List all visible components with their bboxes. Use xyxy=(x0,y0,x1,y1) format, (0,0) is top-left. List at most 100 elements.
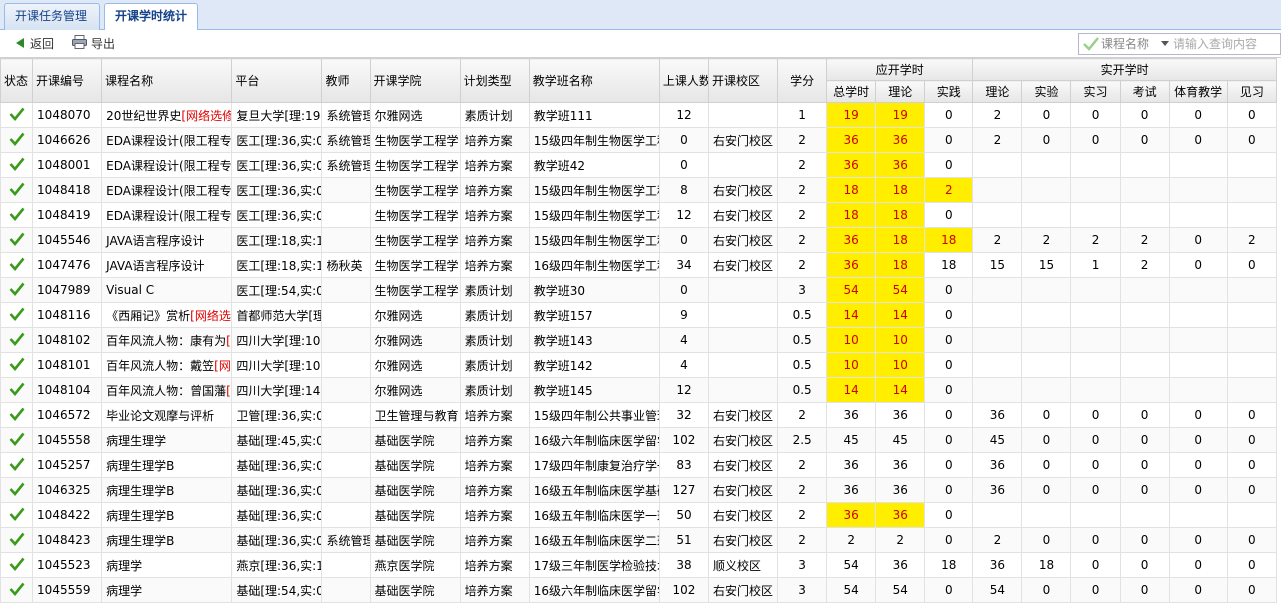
planned-theory-cell: 36 xyxy=(875,477,926,503)
table-row[interactable]: 1048116《西厢记》赏析[网络选修首都师范大学[理 尔雅网选素质计划教学班15… xyxy=(0,302,1278,328)
tab-course-task-management[interactable]: 开课任务管理 xyxy=(4,3,100,30)
col-header-credit[interactable]: 学分 xyxy=(777,58,828,103)
col-header-plan-type[interactable]: 计划类型 xyxy=(459,58,530,103)
table-row[interactable]: 1048422 病理生理学B 基础[理:36,实:0] 基础医学院 培养方案 16级五年制… xyxy=(0,502,1278,528)
col-header-platform[interactable]: 平台 xyxy=(231,58,323,103)
table-row[interactable]: 1048001 EDA课程设计(限工程专 医工[理:36,实:0] 系统管理 生物医学工… xyxy=(0,152,1278,178)
course-network-tag: [ xyxy=(226,383,231,398)
planned-practice-cell: 0 xyxy=(924,202,974,228)
col-header-actual-observation[interactable]: 见习 xyxy=(1226,80,1278,103)
table-row[interactable]: 1045559 病理学 基础[理:54,实:0] 基础医学院 培养方案 16级六年制临床医… xyxy=(0,577,1278,603)
col-header-planned-theory[interactable]: 理论 xyxy=(875,80,926,103)
table-row[interactable]: 1048418 EDA课程设计(限工程专 医工[理:36,实:0] 生物医学工程学 培养… xyxy=(0,177,1278,203)
plan-type-cell: 培养方案 xyxy=(459,577,530,603)
table-row[interactable]: 1048102百年风流人物：康有为[四川大学[理:10,实 尔雅网选素质计划教学班… xyxy=(0,327,1278,353)
actual-hours-cell: 36 xyxy=(972,552,1023,578)
teacher-cell xyxy=(321,477,371,503)
student-count-cell: 34 xyxy=(658,252,709,278)
platform-cell: 复旦大学[理:19,实 xyxy=(231,102,323,128)
student-count-cell: 4 xyxy=(658,352,709,378)
teacher-cell xyxy=(321,577,371,603)
actual-hours-cell xyxy=(1021,327,1072,353)
platform-cell: 首都师范大学[理 xyxy=(231,302,323,328)
student-count-cell: 38 xyxy=(658,552,709,578)
planned-total-cell: 54 xyxy=(826,552,877,578)
tab-course-hours-statistics[interactable]: 开课学时统计 xyxy=(104,3,198,31)
actual-hours-cell: 0 xyxy=(1119,102,1170,128)
table-row[interactable]: 1045546 JAVA语言程序设计 医工[理:18,实:18 生物医学工程学 培养方案… xyxy=(0,227,1278,253)
col-header-course-id[interactable]: 开课编号 xyxy=(32,58,103,103)
search-field-select[interactable]: 课程名称 xyxy=(1101,36,1149,52)
student-count-cell: 102 xyxy=(658,577,709,603)
actual-hours-cell: 2 xyxy=(972,527,1023,553)
table-row[interactable]: 1046626 EDA课程设计(限工程专 医工[理:36,实:0] 系统管理 生物医学工… xyxy=(0,127,1278,153)
col-header-course-name[interactable]: 课程名称 xyxy=(101,58,233,103)
college-cell: 尔雅网选 xyxy=(369,102,461,128)
col-header-actual-exam[interactable]: 考试 xyxy=(1119,80,1170,103)
table-row[interactable]: 1047989 Visual C 医工[理:54,实:0] 生物医学工程学 素质计划 教学… xyxy=(0,277,1278,303)
col-header-actual-theory[interactable]: 理论 xyxy=(972,80,1023,103)
table-row[interactable]: 1048101百年风流人物：戴笠[网四川大学[理:10,实 尔雅网选素质计划教学班… xyxy=(0,352,1278,378)
table-row[interactable]: 1045523 病理学 燕京[理:36,实:18 燕京医学院 培养方案 17级三年制医学检… xyxy=(0,552,1278,578)
table-row[interactable]: 1046572 毕业论文观摩与评析 卫管[理:36,实:0] 卫生管理与教育 培养方案 1… xyxy=(0,402,1278,428)
search-input[interactable] xyxy=(1173,35,1279,53)
table-row[interactable]: 1048423 病理生理学B 基础[理:36,实:0] 系统管理 基础医学院 培养方案 16… xyxy=(0,527,1278,553)
col-header-actual-pe[interactable]: 体育教学 xyxy=(1168,80,1228,103)
course-name-cell: EDA课程设计(限工程专 xyxy=(101,177,233,203)
col-header-actual-lab[interactable]: 实验 xyxy=(1021,80,1072,103)
actual-hours-cell xyxy=(1119,177,1170,203)
col-group-planned-hours: 应开学时 xyxy=(826,58,974,81)
back-button[interactable]: 返回 xyxy=(14,34,54,54)
table-row[interactable]: 104807020世纪世界史[网络选修复旦大学[理:19,实系统管理尔雅网选素质… xyxy=(0,102,1278,128)
export-button[interactable]: 导出 xyxy=(72,34,115,54)
teacher-cell xyxy=(321,502,371,528)
check-icon xyxy=(9,432,25,449)
chevron-down-icon[interactable] xyxy=(1161,41,1169,46)
actual-hours-cell: 0 xyxy=(1119,452,1170,478)
actual-hours-cell: 2 xyxy=(972,102,1023,128)
check-icon xyxy=(9,257,25,274)
table-row[interactable]: 1045257 病理生理学B 基础[理:36,实:0] 基础医学院 培养方案 17级四年制… xyxy=(0,452,1278,478)
actual-hours-cell xyxy=(1070,502,1121,528)
student-count-cell: 0 xyxy=(658,127,709,153)
col-header-planned-total[interactable]: 总学时 xyxy=(826,80,877,103)
actual-hours-cell xyxy=(1070,377,1121,403)
campus-cell: 右安门校区 xyxy=(707,227,779,253)
col-header-college[interactable]: 开课学院 xyxy=(369,58,461,103)
actual-hours-cell xyxy=(1168,177,1228,203)
course-name-cell: 病理学 xyxy=(101,552,233,578)
actual-hours-cell: 15 xyxy=(1021,252,1072,278)
table-row[interactable]: 1046325 病理生理学B 基础[理:36,实:0] 基础医学院 培养方案 16级五年制… xyxy=(0,477,1278,503)
planned-theory-cell: 14 xyxy=(875,302,926,328)
col-header-campus[interactable]: 开课校区 xyxy=(707,58,779,103)
actual-hours-cell xyxy=(1168,302,1228,328)
col-header-class-name[interactable]: 教学班名称 xyxy=(528,58,660,103)
table-row[interactable]: 1048419 EDA课程设计(限工程专 医工[理:36,实:0] 生物医学工程学 培养… xyxy=(0,202,1278,228)
status-cell xyxy=(0,352,34,378)
col-header-status[interactable]: 状态 xyxy=(0,58,34,103)
course-name: 百年风流人物：曾国藩 xyxy=(106,383,227,398)
course-name-cell: 毕业论文观摩与评析 xyxy=(101,402,233,428)
planned-total-cell: 36 xyxy=(826,227,877,253)
actual-hours-cell xyxy=(1168,202,1228,228)
class-name-cell: 教学班30 xyxy=(528,277,660,303)
table-row[interactable]: 1048104百年风流人物：曾国藩[四川大学[理:14,实 尔雅网选素质计划教学班… xyxy=(0,377,1278,403)
actual-hours-cell xyxy=(1070,277,1121,303)
actual-hours-cell: 0 xyxy=(1070,452,1121,478)
course-name-cell: 病理学 xyxy=(101,577,233,603)
actual-hours-cell: 2 xyxy=(972,227,1023,253)
table-row[interactable]: 1047476 JAVA语言程序设计 医工[理:18,实:18 杨秋英 生物医学工程学培… xyxy=(0,252,1278,278)
col-header-teacher[interactable]: 教师 xyxy=(321,58,371,103)
planned-practice-cell: 0 xyxy=(924,377,974,403)
col-header-student-count[interactable]: 上课人数 xyxy=(658,58,709,103)
actual-hours-cell: 36 xyxy=(972,402,1023,428)
planned-total-cell: 36 xyxy=(826,402,877,428)
col-header-actual-internship[interactable]: 实习 xyxy=(1070,80,1121,103)
table-row[interactable]: 1045558 病理生理学 基础[理:45,实:0] 基础医学院 培养方案 16级六年制临… xyxy=(0,427,1278,453)
class-name-cell: 16级五年制临床医学一班 xyxy=(528,502,660,528)
planned-theory-cell: 18 xyxy=(875,202,926,228)
col-header-planned-practice[interactable]: 实践 xyxy=(924,80,974,103)
course-network-tag: [网络选修 xyxy=(190,308,231,323)
plan-type-cell: 素质计划 xyxy=(459,277,530,303)
status-cell xyxy=(0,227,34,253)
